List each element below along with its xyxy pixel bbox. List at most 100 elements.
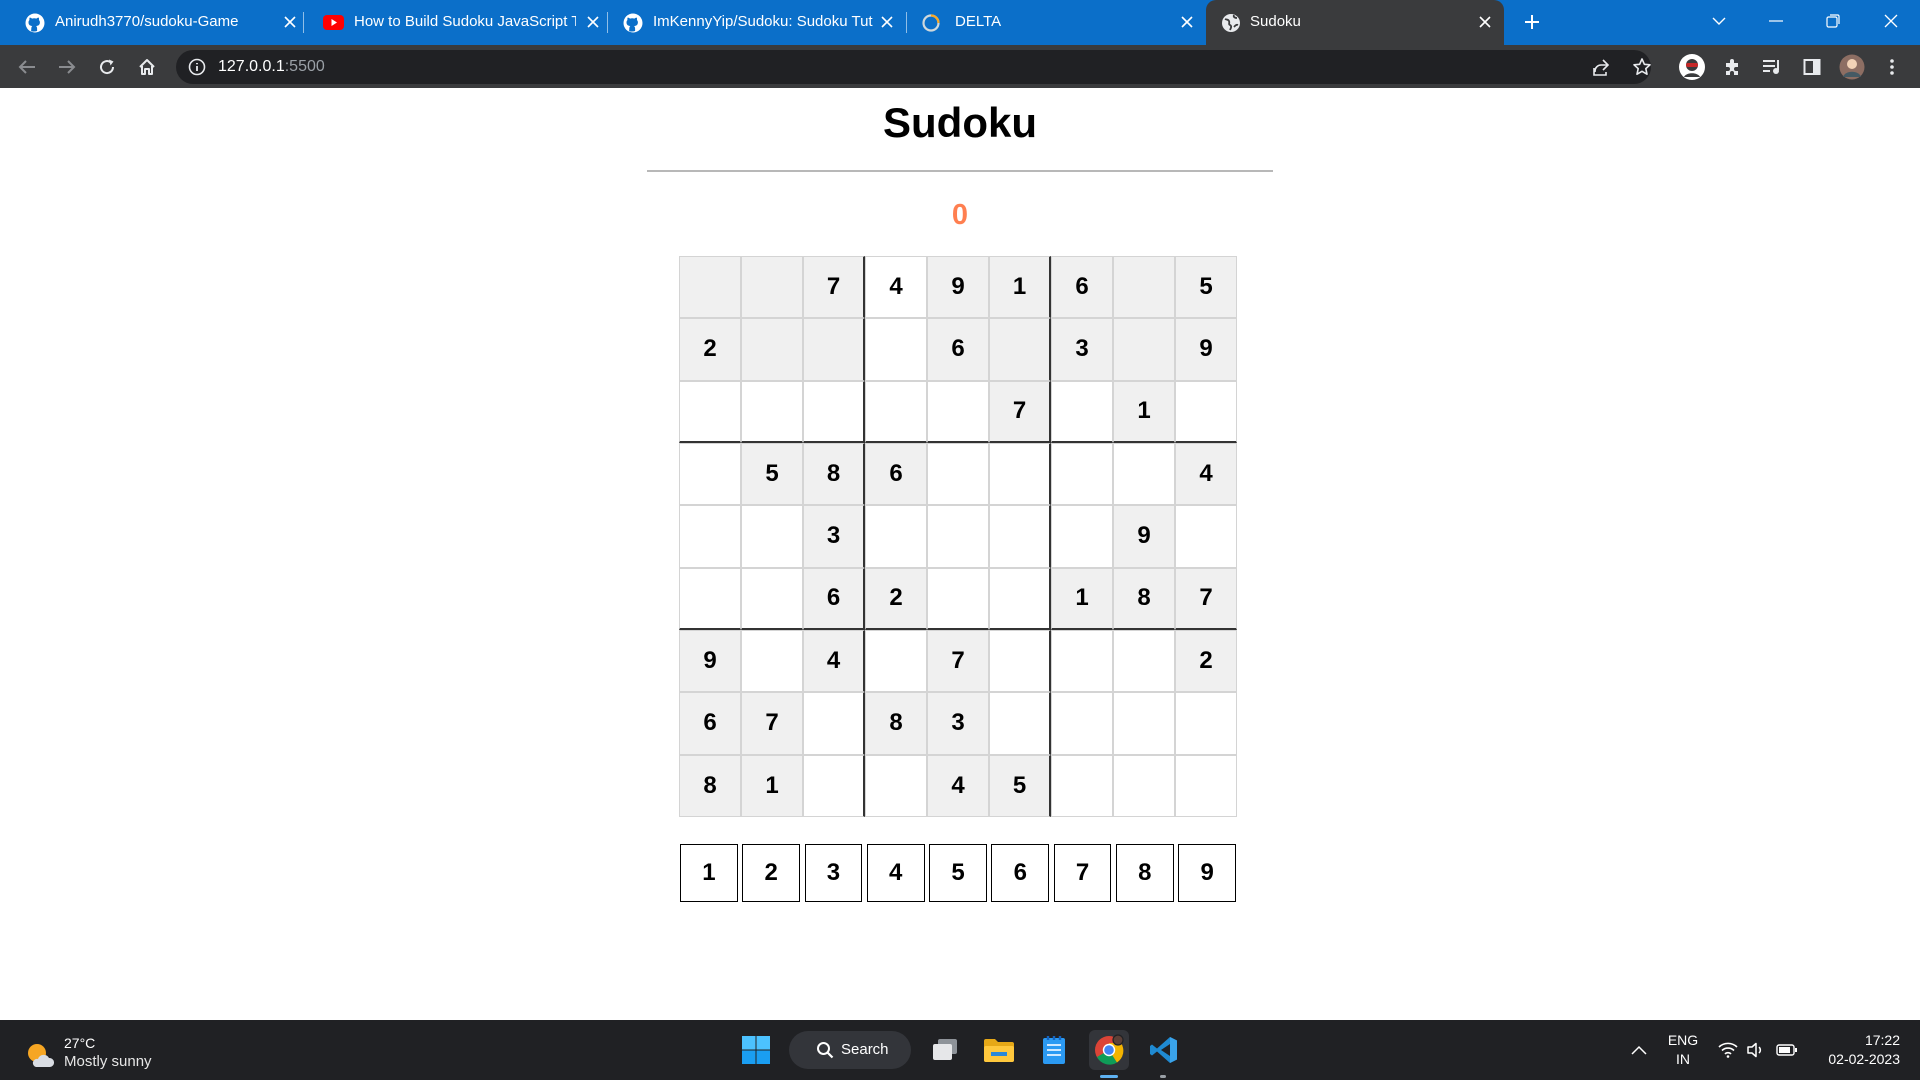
board-cell[interactable] xyxy=(741,567,803,630)
board-cell[interactable]: 1 xyxy=(1051,567,1113,630)
board-cell[interactable]: 8 xyxy=(803,442,865,506)
extension-avatar-icon[interactable] xyxy=(1677,52,1707,82)
file-explorer-icon[interactable] xyxy=(979,1030,1019,1070)
board-cell[interactable] xyxy=(679,380,741,443)
board-cell[interactable]: 4 xyxy=(803,629,865,693)
board-cell[interactable]: 1 xyxy=(1113,380,1175,443)
board-cell[interactable]: 6 xyxy=(1051,256,1113,319)
board-cell[interactable]: 3 xyxy=(1051,318,1113,381)
address-bar[interactable]: 127.0.0.1:5500 xyxy=(176,50,1651,84)
board-cell[interactable] xyxy=(989,442,1051,506)
board-cell[interactable] xyxy=(1113,692,1175,755)
board-cell[interactable]: 1 xyxy=(741,754,803,817)
close-tab-icon[interactable] xyxy=(1474,11,1496,33)
board-cell[interactable] xyxy=(1175,380,1237,443)
taskbar-search-box[interactable]: Search xyxy=(789,1031,911,1069)
chrome-icon[interactable] xyxy=(1089,1030,1129,1070)
minimize-button[interactable] xyxy=(1761,6,1791,36)
board-cell[interactable]: 6 xyxy=(927,318,989,381)
tab-3[interactable]: DELTA xyxy=(908,0,1204,45)
volume-icon[interactable] xyxy=(1745,1034,1767,1066)
digit-button[interactable]: 9 xyxy=(1178,844,1237,902)
board-cell[interactable] xyxy=(1175,505,1237,568)
reload-button[interactable] xyxy=(92,52,122,82)
media-queue-icon[interactable] xyxy=(1757,52,1787,82)
board-cell[interactable] xyxy=(989,318,1051,381)
board-cell[interactable]: 5 xyxy=(1175,256,1237,319)
tab-1[interactable]: How to Build Sudoku JavaScript T xyxy=(305,0,603,45)
board-cell[interactable] xyxy=(989,629,1051,693)
board-cell[interactable] xyxy=(865,380,927,443)
board-cell[interactable] xyxy=(741,505,803,568)
language-indicator[interactable]: ENG IN xyxy=(1665,1031,1701,1069)
board-cell[interactable] xyxy=(679,505,741,568)
board-cell[interactable]: 4 xyxy=(865,256,927,319)
board-cell[interactable]: 2 xyxy=(865,567,927,630)
new-tab-button[interactable] xyxy=(1519,9,1545,35)
board-cell[interactable] xyxy=(679,442,741,506)
board-cell[interactable]: 2 xyxy=(1175,629,1237,693)
close-tab-icon[interactable] xyxy=(1176,11,1198,33)
board-cell[interactable] xyxy=(741,256,803,319)
board-cell[interactable]: 7 xyxy=(803,256,865,319)
tab-0[interactable]: Anirudh3770/sudoku-Game xyxy=(0,0,300,45)
digit-button[interactable]: 7 xyxy=(1053,844,1112,902)
board-cell[interactable]: 7 xyxy=(1175,567,1237,630)
board-cell[interactable] xyxy=(1175,692,1237,755)
close-window-button[interactable] xyxy=(1876,6,1906,36)
board-cell[interactable]: 8 xyxy=(679,754,741,817)
board-cell[interactable] xyxy=(865,629,927,693)
wifi-icon[interactable] xyxy=(1717,1034,1739,1066)
board-cell[interactable] xyxy=(865,318,927,381)
system-clock[interactable]: 17:22 02-02-2023 xyxy=(1815,1031,1900,1069)
board-cell[interactable]: 3 xyxy=(927,692,989,755)
board-cell[interactable]: 4 xyxy=(1175,442,1237,506)
bookmark-star-icon[interactable] xyxy=(1631,56,1653,78)
board-cell[interactable] xyxy=(1113,318,1175,381)
vscode-icon[interactable] xyxy=(1144,1030,1184,1070)
board-cell[interactable] xyxy=(679,567,741,630)
board-cell[interactable]: 1 xyxy=(989,256,1051,319)
forward-button[interactable] xyxy=(52,52,82,82)
board-cell[interactable] xyxy=(1113,754,1175,817)
back-button[interactable] xyxy=(12,52,42,82)
board-cell[interactable] xyxy=(927,380,989,443)
board-cell[interactable] xyxy=(989,692,1051,755)
close-tab-icon[interactable] xyxy=(279,11,301,33)
weather-widget[interactable]: 27°C Mostly sunny xyxy=(24,1034,224,1074)
digit-button[interactable]: 2 xyxy=(742,844,801,902)
board-cell[interactable]: 4 xyxy=(927,754,989,817)
digit-button[interactable]: 5 xyxy=(929,844,987,902)
board-cell[interactable] xyxy=(989,505,1051,568)
board-cell[interactable]: 6 xyxy=(803,567,865,630)
home-button[interactable] xyxy=(132,52,162,82)
board-cell[interactable] xyxy=(803,380,865,443)
browser-menu-icon[interactable] xyxy=(1877,52,1907,82)
board-cell[interactable]: 2 xyxy=(679,318,741,381)
board-cell[interactable] xyxy=(1051,629,1113,693)
board-cell[interactable] xyxy=(1051,380,1113,443)
board-cell[interactable] xyxy=(803,754,865,817)
board-cell[interactable] xyxy=(679,256,741,319)
profile-avatar[interactable] xyxy=(1837,52,1867,82)
digit-button[interactable]: 4 xyxy=(866,844,925,902)
notepad-icon[interactable] xyxy=(1034,1030,1074,1070)
digit-button[interactable]: 8 xyxy=(1115,844,1174,902)
tab-2[interactable]: ImKennyYip/Sudoku: Sudoku Tut xyxy=(609,0,905,45)
board-cell[interactable] xyxy=(865,505,927,568)
board-cell[interactable]: 9 xyxy=(679,629,741,693)
tab-search-chevron-icon[interactable] xyxy=(1704,6,1734,36)
board-cell[interactable] xyxy=(927,442,989,506)
board-cell[interactable]: 9 xyxy=(1113,505,1175,568)
close-tab-icon[interactable] xyxy=(582,11,604,33)
extensions-puzzle-icon[interactable] xyxy=(1717,52,1747,82)
board-cell[interactable] xyxy=(865,754,927,817)
board-cell[interactable] xyxy=(1051,692,1113,755)
task-view-icon[interactable] xyxy=(925,1030,965,1070)
show-hidden-icons-chevron[interactable] xyxy=(1628,1034,1650,1066)
close-tab-icon[interactable] xyxy=(876,11,898,33)
board-cell[interactable]: 7 xyxy=(741,692,803,755)
board-cell[interactable] xyxy=(803,318,865,381)
share-icon[interactable] xyxy=(1590,56,1612,78)
digit-button[interactable]: 6 xyxy=(991,844,1050,902)
